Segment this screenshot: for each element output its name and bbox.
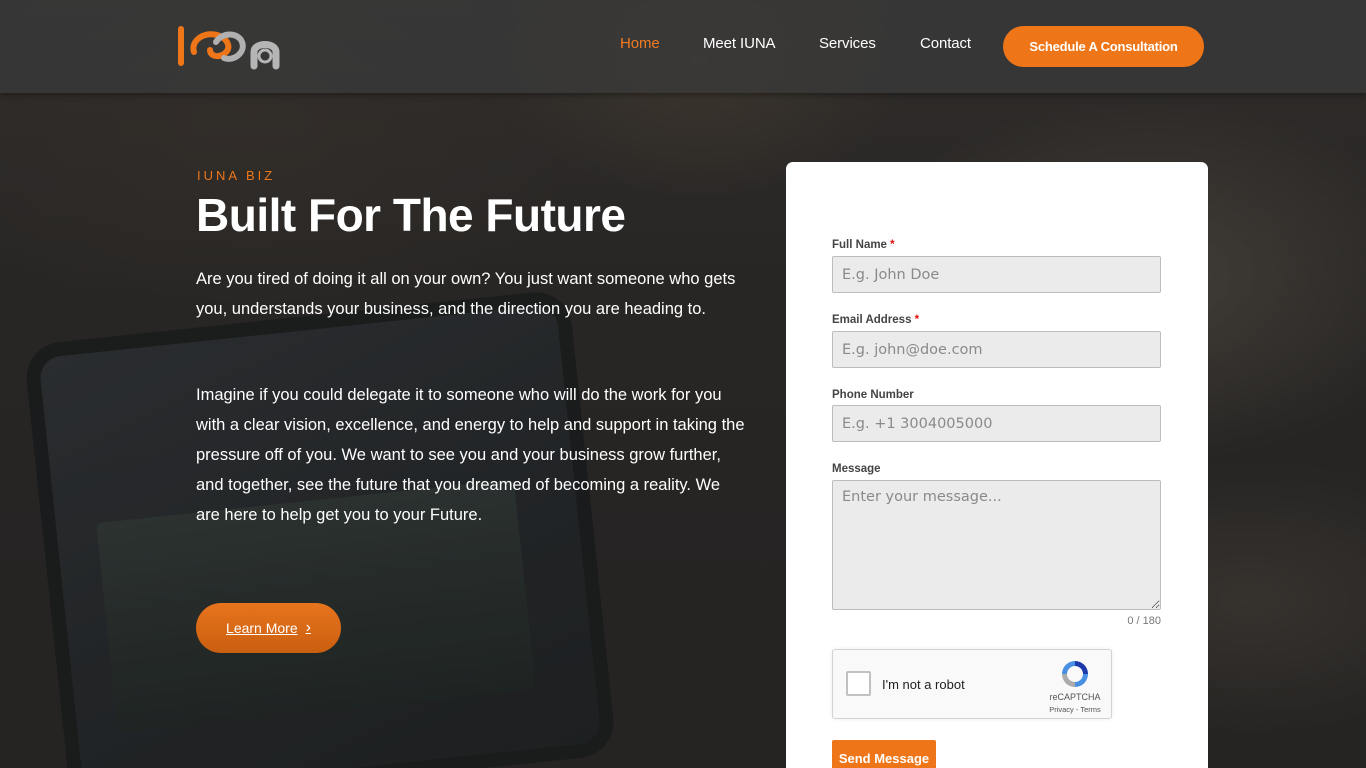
nav-meet-iuna[interactable]: Meet IUNA [703,35,776,52]
recaptcha-checkbox[interactable] [846,671,871,696]
nav-services[interactable]: Services [819,35,876,52]
site-header: Home Meet IUNA Services Contact Schedule… [0,0,1366,93]
message-label: Message [832,463,881,475]
required-marker: * [914,314,920,326]
nav-contact[interactable]: Contact [920,35,971,52]
email-label: Email Address * [832,314,920,326]
page-title: Built For The Future [196,189,626,241]
hero-eyebrow: IUNA BIZ [197,168,276,183]
recaptcha-privacy-terms[interactable]: Privacy - Terms [1037,705,1113,714]
message-textarea[interactable] [832,480,1161,610]
recaptcha-brand: reCAPTCHA [1049,692,1101,702]
learn-more-button[interactable]: Learn More › [196,603,341,653]
full-name-input[interactable] [832,256,1161,293]
full-name-label: Full Name * [832,239,895,251]
nav-home[interactable]: Home [620,35,660,52]
recaptcha-widget: I'm not a robot reCAPTCHA Privacy - Term… [832,649,1112,719]
learn-more-label: Learn More [226,620,298,636]
contact-form-card: Full Name * Email Address * Phone Number… [786,162,1208,768]
recaptcha-icon [1062,661,1088,687]
required-marker: * [890,239,895,251]
logo[interactable] [176,22,288,70]
hero-paragraph-2: Imagine if you could delegate it to some… [196,386,745,524]
send-message-button[interactable]: Send Message [832,740,936,768]
hero-paragraph-1: Are you tired of doing it all on your ow… [196,270,736,318]
email-input[interactable] [832,331,1161,368]
recaptcha-label: I'm not a robot [882,677,965,692]
phone-input[interactable] [832,405,1161,442]
phone-label: Phone Number [832,389,914,401]
message-char-counter: 0 / 180 [1127,615,1161,627]
schedule-consultation-button[interactable]: Schedule A Consultation [1003,26,1204,67]
chevron-right-icon: › [305,619,311,636]
